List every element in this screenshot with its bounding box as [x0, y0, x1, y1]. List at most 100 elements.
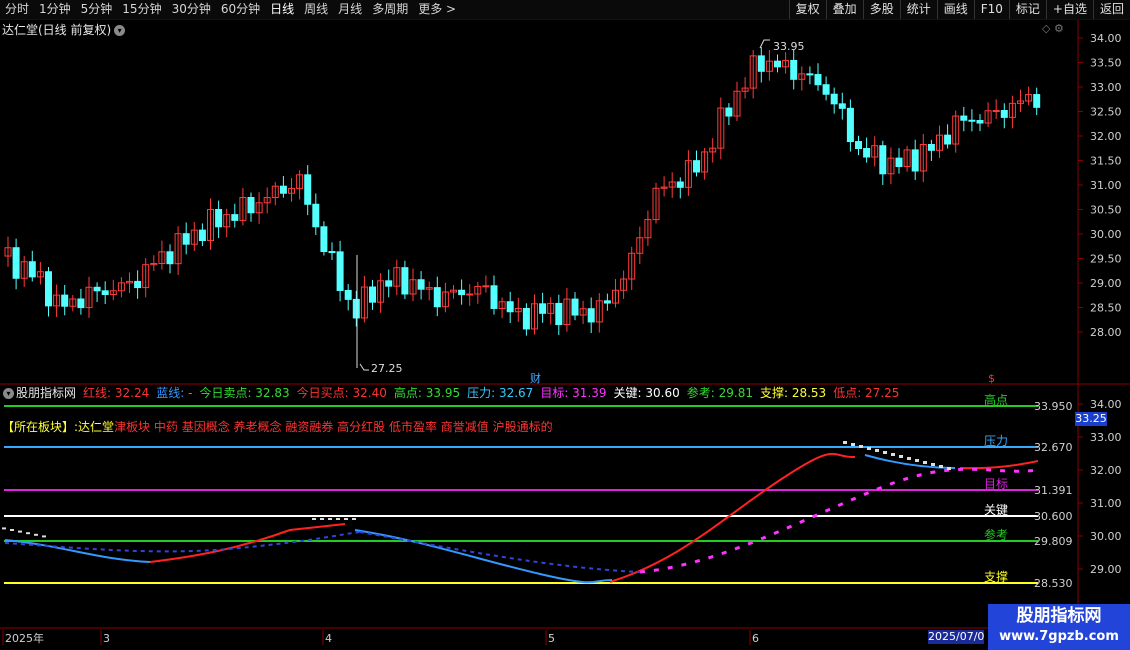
y-tick-label: 33.50: [1090, 57, 1122, 70]
level-value-label: 29.809: [1034, 535, 1073, 548]
candle-body: [725, 107, 733, 117]
signal-dot: [34, 533, 38, 536]
indicator-values: 红线: 32.24 蓝线: - 今日卖点: 32.83 今日买点: 32.40 高点: …: [79, 386, 902, 400]
candle-body: [693, 160, 700, 173]
y-tick-label: 32.50: [1090, 106, 1122, 119]
candle-body: [879, 145, 887, 175]
signal-dot: [907, 457, 911, 460]
x-tick-label: 3: [103, 632, 110, 645]
signal-dot: [859, 445, 863, 448]
candle-body: [215, 209, 223, 228]
candle-body: [352, 298, 360, 319]
candle-body: [401, 267, 409, 295]
signal-dot: [891, 453, 895, 456]
y-tick-label: 28.00: [1090, 326, 1122, 339]
y-tick-label: 34.00: [1090, 32, 1122, 45]
candle-body: [166, 251, 174, 265]
candle-body: [134, 280, 142, 289]
candle-body: [968, 119, 976, 122]
signal-dot: [2, 527, 6, 530]
level-line-label: 参考: [984, 527, 1008, 542]
signal-dot: [851, 443, 855, 446]
signal-dot: [899, 455, 903, 458]
candle-body: [417, 279, 425, 290]
indicator-bar: ▾ 股朋指标网 红线: 32.24 蓝线: - 今日卖点: 32.83 今日买点: 32.…: [0, 385, 1078, 402]
candle-body: [369, 286, 376, 303]
candle-body: [863, 148, 871, 158]
y-tick-label: 33.00: [1090, 81, 1122, 94]
y-tick-label: 33.00: [1090, 431, 1122, 444]
chart-canvas: 34.00 33.50 33.00 32.50 32.00 31.50 31.00 30.50…: [0, 20, 1130, 645]
indicator-item: 蓝线: -: [156, 386, 193, 400]
y-tick-label: 32.00: [1090, 464, 1122, 477]
signal-dot: [883, 451, 887, 454]
x-tick-label: 2025年: [5, 631, 44, 645]
chevron-down-icon[interactable]: ▾: [3, 388, 14, 399]
red-line: [959, 460, 1039, 470]
candle-body: [539, 303, 547, 314]
y-tick-label: 29.50: [1090, 253, 1122, 266]
candle-body: [304, 174, 312, 205]
level-value-label: 32.670: [1034, 441, 1073, 454]
indicator-item: 关键: 30.60: [613, 386, 680, 400]
candle-body: [506, 301, 514, 313]
signal-dot: [42, 535, 46, 538]
signal-dot: [312, 518, 316, 520]
signal-dot: [352, 518, 356, 520]
candle-body: [482, 285, 490, 288]
candle-body: [433, 287, 441, 308]
signal-dot: [336, 518, 340, 520]
indicator-name[interactable]: 股朋指标网: [16, 386, 76, 400]
red-line: [609, 452, 856, 583]
candle-body: [603, 300, 611, 304]
candle-body: [927, 143, 935, 151]
level-value-label: 28.530: [1034, 577, 1073, 590]
y-tick-label: 29.00: [1090, 277, 1122, 290]
level-line-label: 关键: [984, 503, 1008, 517]
watermark-url: www.7gpzb.com: [999, 629, 1119, 644]
signal-dot: [18, 530, 22, 533]
candle-body: [757, 55, 765, 72]
signal-dot: [843, 441, 847, 444]
candle-body: [247, 197, 255, 214]
level-value-label: 31.391: [1034, 484, 1073, 497]
candle-body: [522, 307, 530, 330]
candle-body: [93, 286, 101, 292]
candle-body: [976, 120, 984, 124]
candle-body: [676, 181, 684, 188]
candle-body: [61, 294, 69, 307]
candle-body: [587, 308, 595, 323]
signal-dot: [10, 529, 14, 531]
y-tick-label: 28.50: [1090, 302, 1122, 315]
candle-body: [555, 302, 563, 326]
signal-dot: [915, 459, 919, 462]
candle-body: [911, 149, 919, 172]
level-line-label: 目标: [984, 477, 1008, 491]
indicator-item: 压力: 32.67: [467, 386, 534, 400]
site-watermark: 股朋指标网 www.7gpzb.com: [988, 604, 1130, 650]
y-tick-label: 30.00: [1090, 530, 1122, 543]
candle-body: [182, 233, 190, 245]
sector-list: 津板块 中药 基因概念 养老概念 融资融券 高分红股 低市盈率 商誉减值 沪股通…: [114, 420, 553, 434]
signal-dot: [947, 467, 951, 470]
candle-body: [490, 285, 498, 309]
candle-body: [344, 289, 352, 300]
indicator-item: 参考: 29.81: [686, 386, 753, 400]
candle-body: [45, 271, 52, 307]
y-tick-label: 29.00: [1090, 563, 1122, 576]
red-line: [149, 523, 346, 563]
candle-body: [1033, 94, 1041, 108]
dividend-marker: $: [988, 372, 995, 385]
indicator-item: 红线: 32.24: [83, 386, 150, 400]
x-tick-label: 5: [548, 632, 555, 645]
indicator-item: 支撑: 28.53: [759, 386, 827, 400]
candle-body: [571, 298, 579, 316]
signal-dot: [875, 449, 879, 452]
candle-body: [774, 60, 781, 68]
magenta-dashed-line: [639, 467, 1039, 574]
x-tick-label: 4: [325, 632, 332, 645]
current-price-tag: 33.25: [1075, 412, 1107, 426]
candle-body: [466, 293, 474, 296]
candle-body: [328, 251, 336, 254]
low-label: 27.25: [371, 362, 403, 375]
